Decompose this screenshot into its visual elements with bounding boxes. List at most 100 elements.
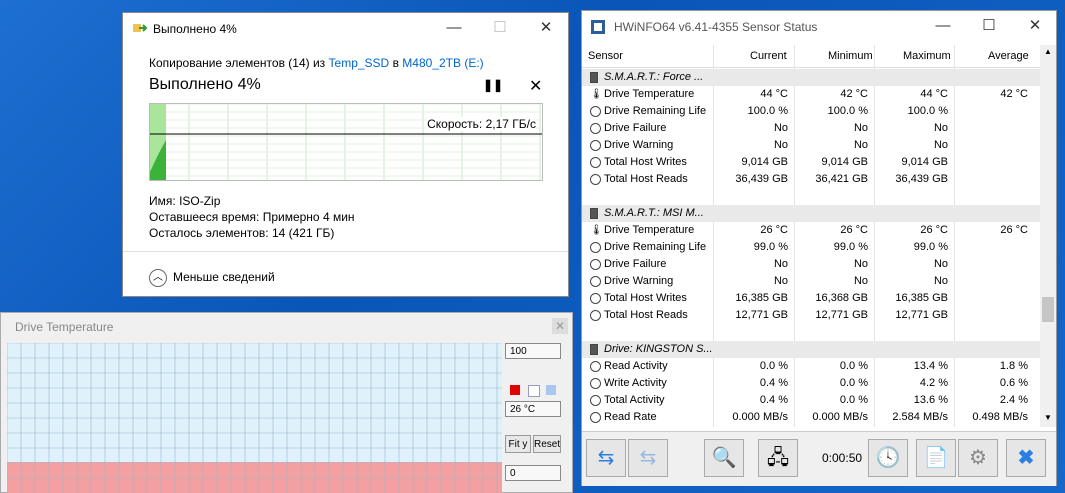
collapse-arrows-icon[interactable]: ⇆ <box>586 439 626 477</box>
value-cur: 0.000 MB/s <box>732 411 788 423</box>
maximize-button[interactable]: ☐ <box>966 11 1012 43</box>
value-max: 12,771 GB <box>895 309 948 321</box>
name-label: Имя: <box>149 194 176 208</box>
sensor-search-icon[interactable]: 🔍 <box>704 439 744 477</box>
scroll-down-icon[interactable]: ▼ <box>1044 413 1052 422</box>
sensor-gauge-icon <box>590 242 601 253</box>
dest-link[interactable]: M480_2TB (E:) <box>402 56 483 70</box>
sensor-group[interactable]: S.M.A.R.T.: MSI M... <box>582 205 1040 222</box>
speed-graph: Скорость: 2,17 ГБ/с <box>149 103 543 181</box>
sensor-row[interactable]: 🌡 Drive Temperature 44 °C 42 °C 44 °C 42 °C <box>582 86 1040 103</box>
col-sensor[interactable]: Sensor <box>588 50 623 62</box>
value-cur: 0.0 % <box>759 360 788 372</box>
speed-graph-canvas <box>150 104 542 180</box>
divider <box>123 251 568 252</box>
minimize-button[interactable]: — <box>920 11 966 43</box>
sensor-row[interactable]: Write Activity 0.4 % 0.0 % 4.2 % 0.6 % <box>582 375 1040 392</box>
min-value-box[interactable]: 0 <box>505 465 561 481</box>
sensor-name: Total Host Reads <box>604 173 688 185</box>
expand-arrows-icon[interactable]: ⇆ <box>628 439 668 477</box>
elapsed-timer: 0:00:50 <box>822 451 863 465</box>
sensor-row[interactable]: Total Host Reads 12,771 GB 12,771 GB 12,771… <box>582 307 1040 324</box>
sensor-row[interactable]: Read Activity 0.0 % 0.0 % 13.4 % 1.8 % <box>582 358 1040 375</box>
sensor-name: Drive Temperature <box>604 224 695 236</box>
sensor-row[interactable]: Total Host Writes 16,385 GB 16,368 GB 16,38… <box>582 290 1040 307</box>
temperature-graph <box>7 343 502 493</box>
close-button[interactable]: ✕ <box>523 13 569 45</box>
sensor-name: Read Rate <box>604 411 657 423</box>
drive-icon <box>590 208 598 219</box>
sensor-row[interactable]: Drive Failure No No No <box>582 120 1040 137</box>
value-cur: 100.0 % <box>747 105 788 117</box>
clock-icon[interactable]: 🕓 <box>868 439 908 477</box>
value-min: No <box>853 275 868 287</box>
sensor-gauge-icon <box>590 378 601 389</box>
sensor-row[interactable]: Drive Failure No No No <box>582 256 1040 273</box>
scroll-up-icon[interactable]: ▲ <box>1044 47 1052 56</box>
sensor-row[interactable]: Drive Warning No No No <box>582 137 1040 154</box>
sensor-row[interactable]: Read Rate 0.000 MB/s 0.000 MB/s 2.584 MB/s 0… <box>582 409 1040 426</box>
copy-prefix: Копирование элементов (14) из <box>149 56 326 70</box>
col-current[interactable]: Current <box>750 50 787 62</box>
maximize-button[interactable]: ☐ <box>477 13 523 45</box>
close-x-icon[interactable]: ✖ <box>1006 439 1046 477</box>
value-min: 0.000 MB/s <box>812 411 868 423</box>
copy-icon <box>133 24 147 32</box>
value-min: 0.0 % <box>839 360 868 372</box>
source-link[interactable]: Temp_SSD <box>329 56 390 70</box>
sensor-group[interactable]: S.M.A.R.T.: Force ... <box>582 69 1040 86</box>
value-min: No <box>853 122 868 134</box>
value-max: 9,014 GB <box>901 156 948 168</box>
sensor-row[interactable]: Total Activity 0.4 % 0.0 % 13.6 % 2.4 % <box>582 392 1040 409</box>
sensor-row[interactable]: Drive Remaining Life 99.0 % 99.0 % 99.0 % <box>582 239 1040 256</box>
title-bar: HWiNFO64 v6.41-4355 Sensor Status — ☐ ✕ <box>582 11 1056 43</box>
thermometer-icon: 🌡 <box>590 225 603 236</box>
sensor-gauge-icon <box>590 140 601 151</box>
col-maximum[interactable]: Maximum <box>903 50 951 62</box>
reset-button[interactable]: Reset <box>533 435 561 453</box>
value-min: 0.0 % <box>839 394 868 406</box>
network-icon[interactable]: 🖧 <box>758 439 798 477</box>
sensor-row[interactable]: 🌡 Drive Temperature 26 °C 26 °C 26 °C 26 °C <box>582 222 1040 239</box>
value-cur: 16,385 GB <box>735 292 788 304</box>
value-max: No <box>933 139 948 151</box>
white-color-swatch[interactable] <box>528 385 540 397</box>
sensor-name: Drive Remaining Life <box>604 241 707 253</box>
cancel-button[interactable]: ✕ <box>529 76 542 96</box>
value-cur: No <box>773 258 788 270</box>
sensor-group[interactable]: Drive: KINGSTON S... <box>582 341 1040 358</box>
value-min: 26 °C <box>840 224 868 236</box>
sensor-name: Drive: KINGSTON S... <box>604 343 713 355</box>
sensor-name: Write Activity <box>604 377 667 389</box>
vertical-scrollbar[interactable]: ▲ ▼ <box>1040 45 1056 427</box>
temperature-fill <box>7 462 502 493</box>
pause-button[interactable]: ❚❚ <box>483 78 503 92</box>
close-button[interactable]: ✕ <box>1012 11 1058 43</box>
sensor-row[interactable]: Total Host Writes 9,014 GB 9,014 GB 9,014 G… <box>582 154 1040 171</box>
time-value: Примерно 4 мин <box>262 210 355 224</box>
time-label: Оставшееся время: <box>149 210 260 224</box>
minimize-button[interactable]: — <box>431 13 477 45</box>
blue-color-swatch[interactable] <box>546 385 556 395</box>
drive-temperature-window: Drive Temperature ✕ 100 26 °C Fit y Rese… <box>0 312 573 493</box>
value-max: 36,439 GB <box>895 173 948 185</box>
value-avg: 2.4 % <box>999 394 1028 406</box>
col-minimum[interactable]: Minimum <box>828 50 873 62</box>
close-button[interactable]: ✕ <box>552 318 568 334</box>
fit-y-button[interactable]: Fit y <box>505 435 531 453</box>
value-min: 16,368 GB <box>815 292 868 304</box>
less-details-button[interactable]: ︿ Меньше сведений <box>149 269 275 287</box>
add-report-icon[interactable]: 📄 <box>916 439 956 477</box>
sensor-row[interactable]: Total Host Reads 36,439 GB 36,421 GB 36,439… <box>582 171 1040 188</box>
col-average[interactable]: Average <box>988 50 1029 62</box>
settings-gear-icon[interactable]: ⚙ <box>958 439 998 477</box>
sensor-gauge-icon <box>590 259 601 270</box>
sensor-row[interactable]: Drive Remaining Life 100.0 % 100.0 % 100.0 … <box>582 103 1040 120</box>
sensor-gauge-icon <box>590 106 601 117</box>
red-color-swatch[interactable] <box>510 385 520 395</box>
sensor-row[interactable]: Drive Warning No No No <box>582 273 1040 290</box>
scroll-thumb[interactable] <box>1042 297 1054 322</box>
value-cur: 99.0 % <box>753 241 788 253</box>
max-value-box[interactable]: 100 <box>505 343 561 359</box>
sensor-gauge-icon <box>590 293 601 304</box>
